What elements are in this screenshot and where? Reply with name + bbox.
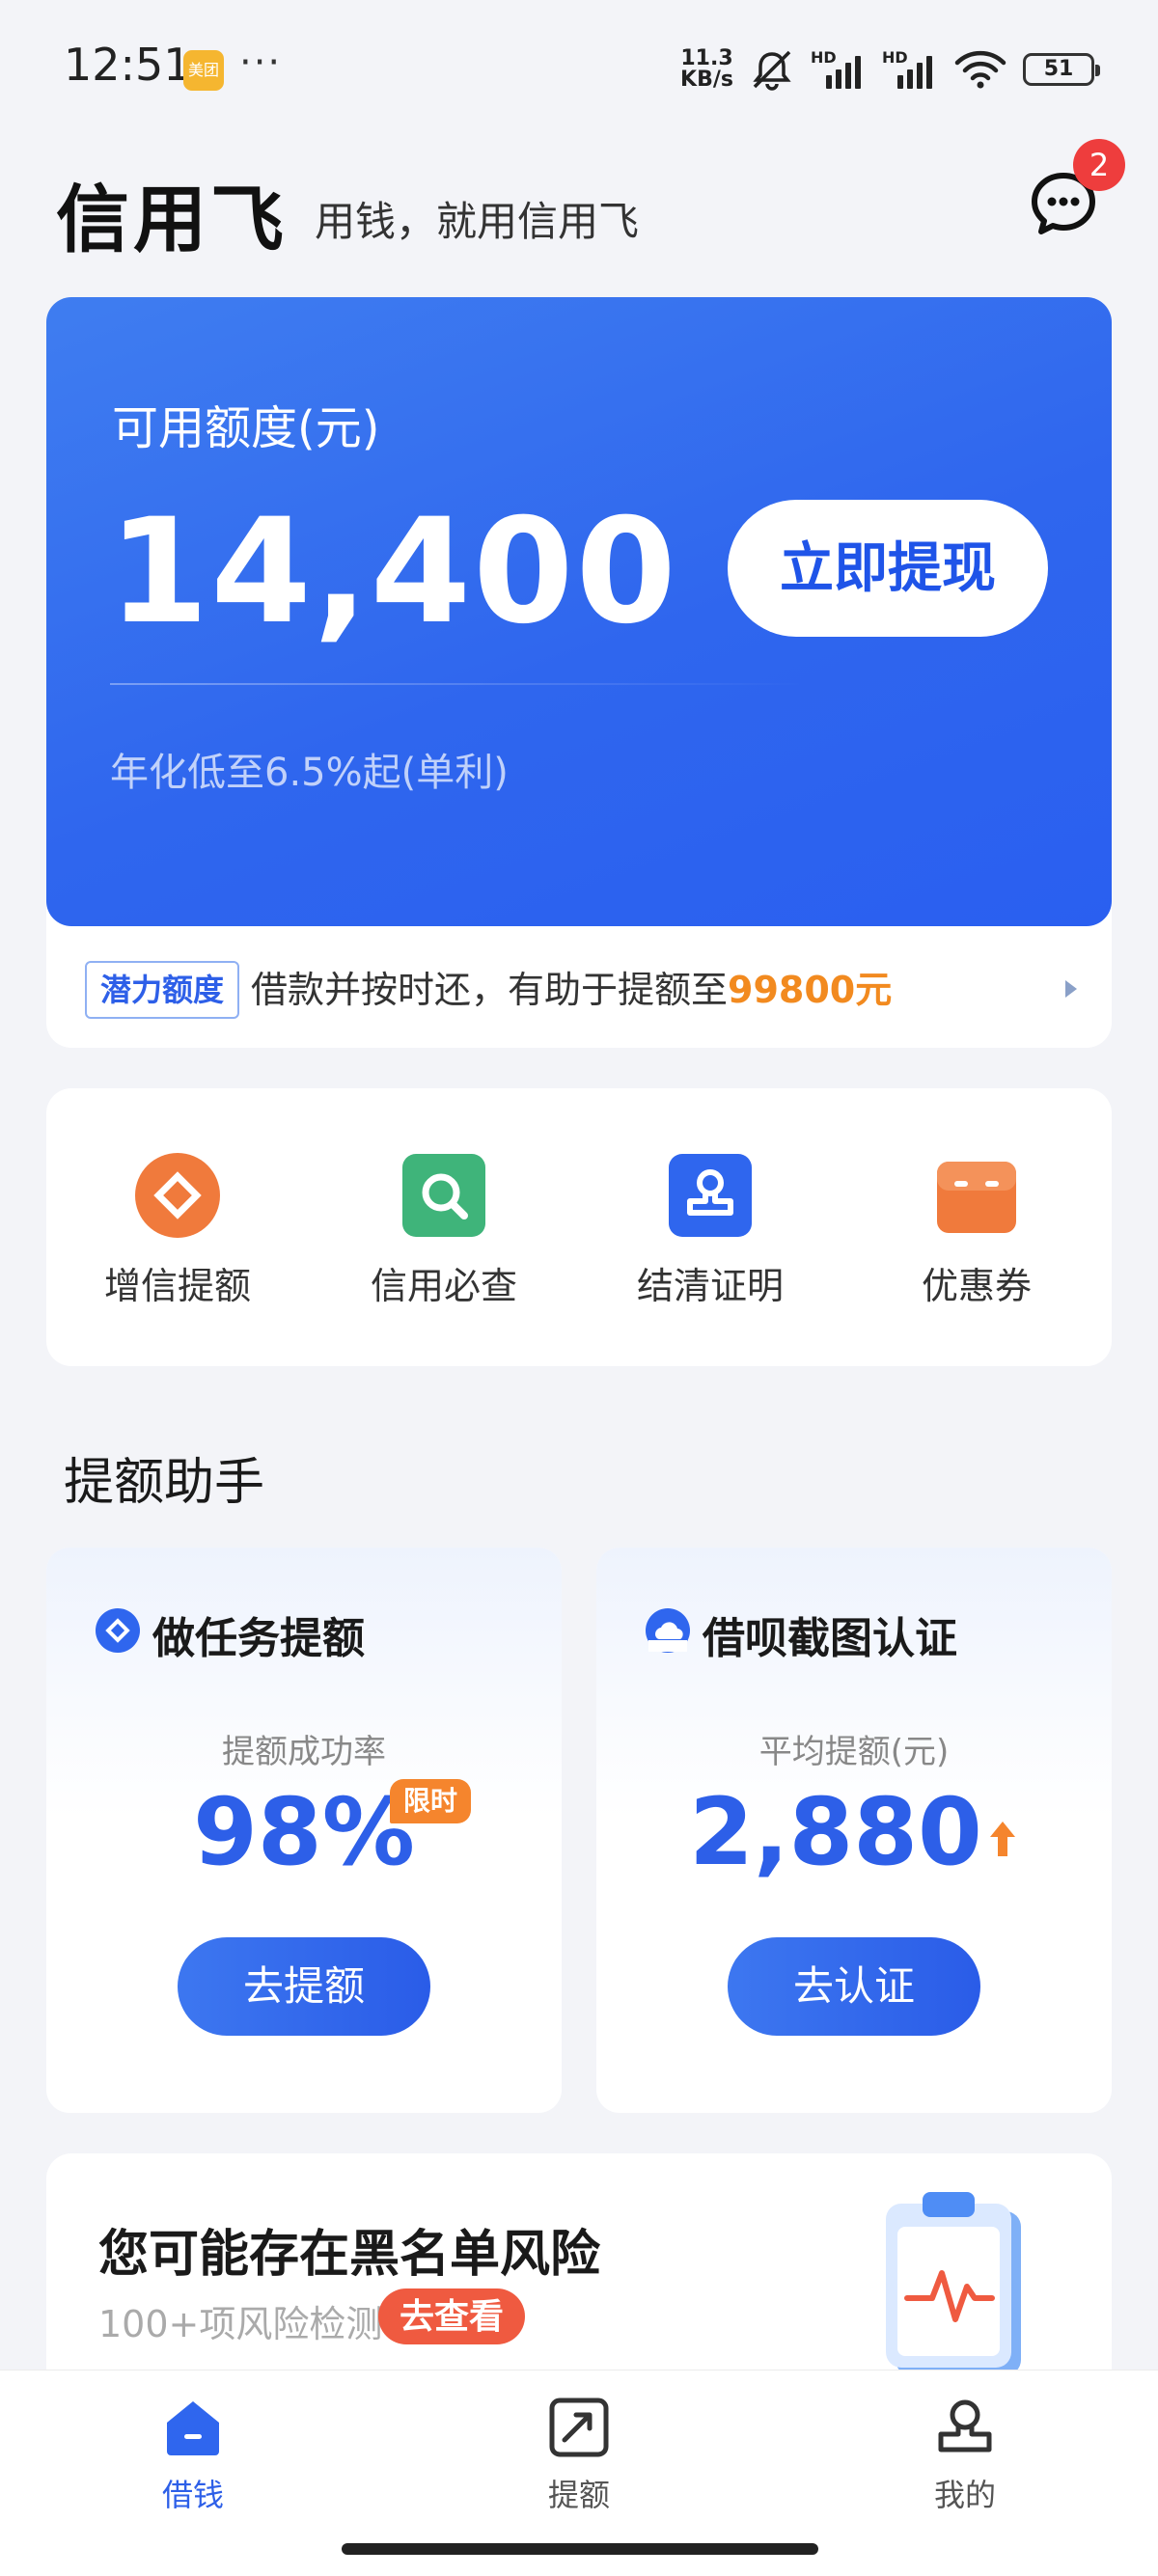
network-speed: 11.3 KB/s: [680, 48, 733, 91]
limited-time-tag: 限时: [390, 1779, 472, 1823]
arrow-up-icon: [989, 1821, 1015, 1856]
diamond-badge-icon: [96, 1608, 140, 1653]
service-coupons[interactable]: 优惠券: [861, 1152, 1092, 1309]
network-speed-value: 11.3: [680, 46, 733, 70]
status-indicators: 11.3 KB/s HD HD 51: [680, 48, 1100, 91]
withdraw-now-button[interactable]: 立即提现: [728, 500, 1048, 637]
nav-tab-borrow[interactable]: 借钱: [96, 2396, 290, 2515]
potential-text-prefix: 借款并按时还，有助于提额至: [251, 969, 729, 1011]
service-label-credit-check: 信用必查: [370, 1265, 517, 1307]
interest-rate-text: 年化低至6.5%起(单利): [110, 751, 509, 795]
profile-icon: [933, 2396, 997, 2459]
signal-sim2-icon: HD: [882, 48, 938, 89]
raise-icon: [547, 2396, 611, 2459]
meituan-notification-icon: 美团: [183, 50, 224, 91]
battery-indicator: 51: [1023, 53, 1100, 86]
chevron-right-icon: [1065, 980, 1077, 998]
risk-title: 您可能存在黑名单风险: [98, 2226, 601, 2284]
available-credit-label: 可用额度(元): [112, 401, 380, 455]
nav-tab-raise[interactable]: 提额: [482, 2396, 676, 2515]
available-credit-amount: 14,400: [108, 488, 678, 656]
app-slogan: 用钱，就用信用飞: [315, 198, 640, 245]
status-time: 12:51: [64, 39, 192, 91]
card-gradient-bg: [596, 1548, 1112, 1818]
average-raise-amount: 2,880: [689, 1778, 982, 1886]
section-title-credit-assistant: 提额助手: [64, 1454, 265, 1512]
service-settlement-cert[interactable]: 结清证明: [594, 1152, 826, 1309]
nav-label-borrow: 借钱: [161, 2477, 224, 2513]
service-label-credit-boost: 增信提额: [103, 1265, 251, 1307]
view-risk-button[interactable]: 去查看: [378, 2288, 526, 2344]
cloud-badge-icon: [646, 1608, 690, 1653]
nav-label-profile: 我的: [933, 2477, 996, 2513]
card-divider: [110, 683, 805, 685]
app-screen: 12:51 美团 ··· 11.3 KB/s HD HD 51 信用飞 用钱，就…: [0, 0, 1158, 2576]
signal-sim1-icon: HD: [811, 48, 867, 89]
task-metric-value: 98%: [193, 1778, 415, 1886]
nav-tab-profile[interactable]: 我的: [868, 2396, 1062, 2515]
card-gradient-bg: [46, 1548, 562, 1818]
home-icon: [161, 2396, 225, 2459]
task-card-title: 借呗截图认证: [703, 1614, 957, 1663]
home-indicator[interactable]: [342, 2543, 818, 2555]
message-count-badge: 2: [1073, 139, 1125, 191]
more-notifications-icon: ···: [239, 41, 283, 85]
go-verify-button[interactable]: 去认证: [728, 1937, 980, 2036]
app-title: 信用飞: [56, 177, 288, 262]
quick-services: 增信提额 信用必查 结清证明 优惠券: [46, 1088, 1112, 1366]
status-bar: 12:51 美团 ··· 11.3 KB/s HD HD 51: [0, 0, 1158, 135]
wifi-icon: [954, 50, 1006, 89]
blacklist-risk-card[interactable]: 您可能存在黑名单风险 100+项风险检测 去查看 广告: [46, 2153, 1112, 2404]
diamond-icon: [134, 1152, 221, 1239]
search-icon: [400, 1152, 487, 1239]
mute-bell-icon: [753, 50, 791, 91]
risk-subtitle: 100+项风险检测: [98, 2303, 383, 2345]
task-metric-label: 提额成功率: [222, 1733, 386, 1771]
clipboard-health-icon: [886, 2192, 1021, 2375]
go-boost-button[interactable]: 去提额: [178, 1937, 430, 2036]
task-card-screenshot-verify: 借呗截图认证 平均提额(元) 2,880 去认证: [596, 1548, 1112, 2113]
nav-label-raise: 提额: [547, 2477, 610, 2513]
potential-limit-tag: 潜力额度: [85, 961, 240, 1019]
service-label-settlement-cert: 结清证明: [636, 1265, 784, 1307]
task-card-boost: 做任务提额 提额成功率 98% 限时 去提额: [46, 1548, 562, 2113]
service-credit-boost[interactable]: 增信提额: [62, 1152, 293, 1309]
service-label-coupons: 优惠券: [921, 1265, 1032, 1307]
potential-limit-text: 借款并按时还，有助于提额至99800元: [251, 963, 892, 1017]
potential-target-amount: 99800元: [728, 969, 893, 1011]
coupon-icon: [933, 1152, 1020, 1239]
network-speed-unit: KB/s: [680, 68, 733, 92]
stamp-icon: [667, 1152, 754, 1239]
credit-limit-card: 可用额度(元) 14,400 立即提现 年化低至6.5%起(单利): [46, 297, 1112, 926]
task-metric-value: 2,880: [596, 1779, 1112, 1885]
task-metric-label: 平均提额(元): [758, 1733, 950, 1771]
service-credit-check[interactable]: 信用必查: [328, 1152, 560, 1309]
task-card-title: 做任务提额: [152, 1614, 365, 1663]
